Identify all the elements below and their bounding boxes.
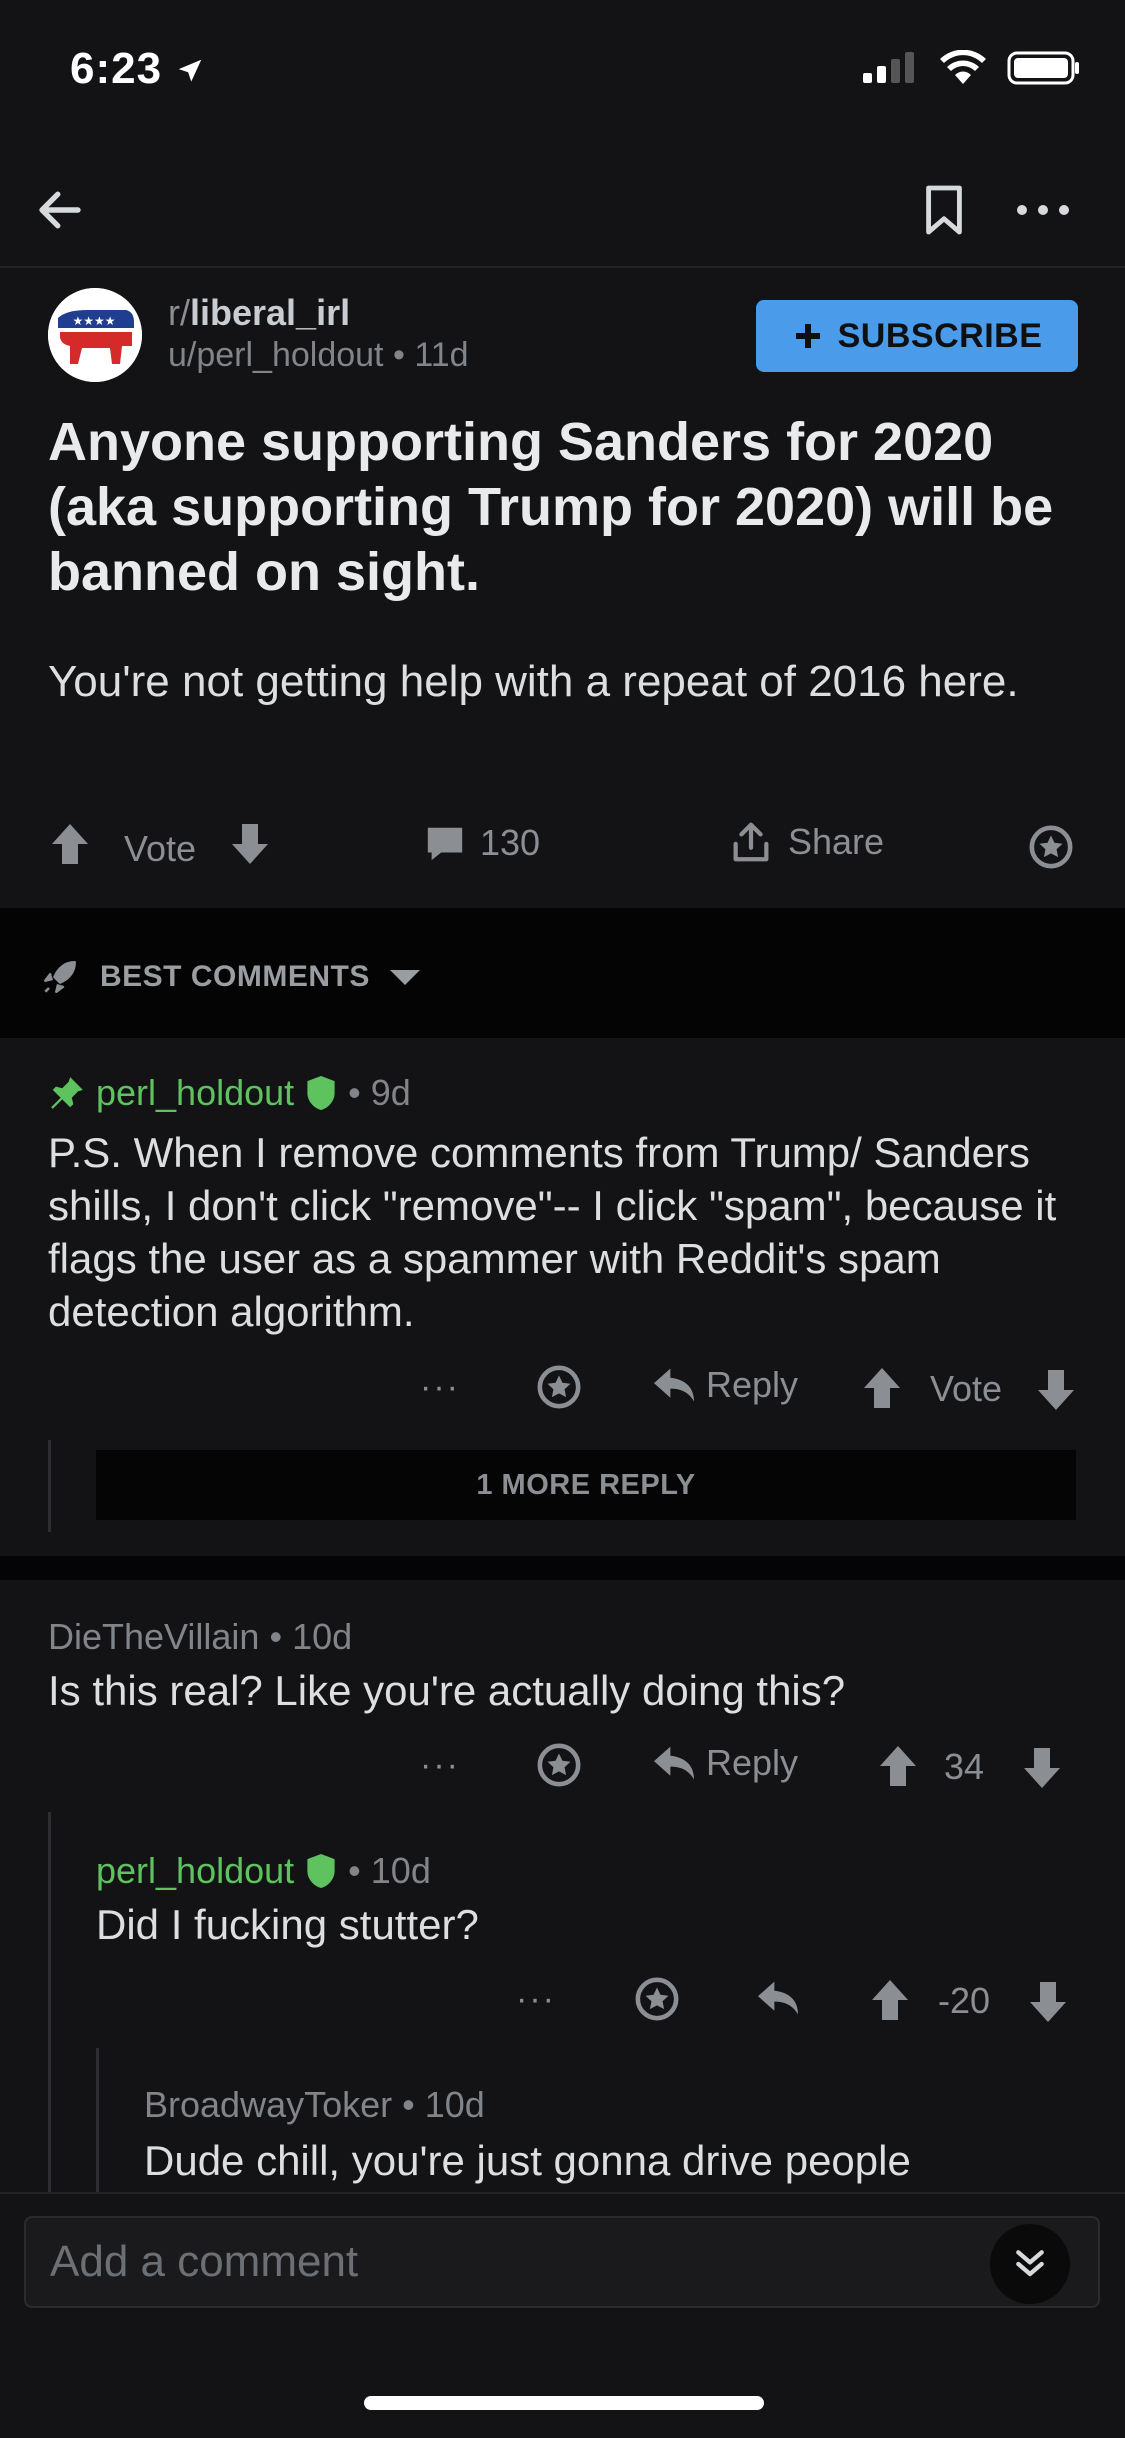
comment-3-header: perl_holdout • 10d	[96, 1850, 431, 1892]
comment-2-header: DieTheVillain • 10d	[48, 1616, 353, 1658]
thread-line	[96, 2048, 99, 2192]
post-vote-label: Vote	[124, 828, 197, 869]
more-options-button[interactable]	[1008, 178, 1078, 242]
comment-3-upvote-icon[interactable]	[870, 1978, 910, 2022]
subreddit-avatar[interactable]: ★★★★	[48, 288, 142, 382]
comment-3-text: Did I fucking stutter?	[96, 1901, 479, 1948]
downvote-icon	[232, 824, 268, 864]
comment-2-actions: ··· Reply 34	[0, 1738, 1125, 1796]
comment-2-text: Is this real? Like you're actually doing…	[48, 1667, 846, 1714]
comment-1-text: P.S. When I remove comments from Trump/ …	[48, 1129, 1057, 1335]
share-button[interactable]: Share	[728, 818, 884, 866]
comment-1-vote-label: Vote	[930, 1368, 1003, 1409]
bookmark-icon	[926, 185, 962, 235]
comment-2-score: 34	[944, 1746, 985, 1787]
post-upvote-button[interactable]	[50, 822, 90, 866]
subscribe-button[interactable]: SUBSCRIBE	[756, 300, 1078, 372]
svg-text:★★★★: ★★★★	[72, 314, 115, 328]
wifi-icon	[940, 50, 986, 84]
chevron-double-down-icon	[1016, 2250, 1044, 2277]
comment-1-author[interactable]: perl_holdout	[96, 1072, 294, 1114]
comment-2-upvote-icon[interactable]	[878, 1744, 918, 1788]
reply-icon	[654, 1368, 694, 1402]
comment-1-actions: ··· Reply Vote	[0, 1360, 1125, 1418]
comment-3-downvote-icon[interactable]	[1028, 1980, 1068, 2024]
award-icon	[1029, 825, 1073, 869]
comment-2-downvote-icon[interactable]	[1022, 1746, 1062, 1790]
comment-2-reply-button[interactable]: Reply	[652, 1742, 798, 1784]
shield-icon	[307, 1076, 335, 1110]
comment-3-award-icon[interactable]	[634, 1976, 680, 2022]
comment-3-reply-icon[interactable]	[756, 1978, 800, 2018]
comment-1-age: 9d	[370, 1072, 411, 1113]
location-arrow-icon	[179, 60, 202, 82]
reply-icon	[654, 1746, 694, 1780]
save-button[interactable]	[912, 178, 976, 242]
comment-1-header: perl_holdout • 9d	[48, 1072, 411, 1114]
comment-4-header: BroadwayToker • 10d	[144, 2084, 485, 2126]
top-nav-bar	[0, 150, 1125, 268]
share-icon	[733, 822, 769, 862]
post-author[interactable]: u/perl_holdout	[168, 336, 384, 374]
back-button[interactable]	[28, 178, 92, 242]
comment-2-author[interactable]: DieTheVillain	[48, 1616, 259, 1658]
comment-3-age: 10d	[370, 1850, 431, 1891]
status-indicators	[861, 50, 1081, 86]
comment-4-age: 10d	[424, 2084, 485, 2125]
thread-line	[48, 1440, 51, 1532]
comment-1-award-icon[interactable]	[536, 1364, 582, 1410]
subreddit-name[interactable]: r/liberal_irl	[168, 292, 350, 334]
comment-3-actions: ··· -20	[0, 1972, 1125, 2030]
comment-icon	[427, 827, 463, 861]
post-downvote-button[interactable]	[230, 822, 270, 866]
next-comment-button[interactable]	[990, 2224, 1070, 2304]
comment-1-downvote-icon[interactable]	[1036, 1368, 1076, 1412]
comment-1-upvote-icon[interactable]	[862, 1366, 902, 1410]
post-award-button[interactable]	[1028, 824, 1074, 870]
post-action-bar: Vote 130 Share	[0, 800, 1125, 895]
comment-4-author[interactable]: BroadwayToker	[144, 2084, 392, 2126]
more-replies-button[interactable]: 1 MORE REPLY	[96, 1450, 1076, 1520]
comment-3-score: -20	[938, 1980, 991, 2021]
sort-comments-button[interactable]: BEST COMMENTS	[38, 955, 422, 999]
pin-icon	[51, 1077, 83, 1109]
comment-separator	[0, 1556, 1125, 1580]
battery-icon	[1007, 51, 1079, 85]
comment-4-text: Dude chill, you're just gonna drive peop…	[144, 2137, 911, 2184]
signal-icon	[863, 52, 914, 83]
comment-1-reply-button[interactable]: Reply	[652, 1364, 798, 1406]
chevron-down-icon	[389, 970, 420, 985]
post-age: 11d	[414, 336, 469, 374]
shield-icon	[307, 1854, 335, 1888]
comment-3-author[interactable]: perl_holdout	[96, 1850, 294, 1892]
plus-icon	[795, 324, 820, 348]
comments-button[interactable]: 130	[424, 822, 540, 864]
status-time: 6:23	[70, 44, 205, 94]
rocket-icon	[44, 961, 76, 993]
home-indicator[interactable]	[364, 2396, 764, 2410]
democratic-donkey-logo: ★★★★	[48, 288, 142, 382]
comment-2-more-button[interactable]: ···	[420, 1746, 460, 1785]
comment-2-age: 10d	[292, 1616, 353, 1657]
comment-3-more-button[interactable]: ···	[516, 1980, 556, 2019]
post-body: You're not getting help with a repeat of…	[48, 657, 1019, 706]
add-comment-input[interactable]: Add a comment	[24, 2216, 1100, 2308]
upvote-icon	[52, 824, 88, 864]
back-arrow-icon	[39, 191, 81, 229]
post-meta: u/perl_holdout • 11d	[168, 336, 469, 374]
comment-2-award-icon[interactable]	[536, 1742, 582, 1788]
more-icon	[1017, 205, 1069, 215]
post-title: Anyone supporting Sanders for 2020 (aka …	[48, 412, 1054, 602]
comment-1-more-button[interactable]: ···	[420, 1368, 460, 1407]
